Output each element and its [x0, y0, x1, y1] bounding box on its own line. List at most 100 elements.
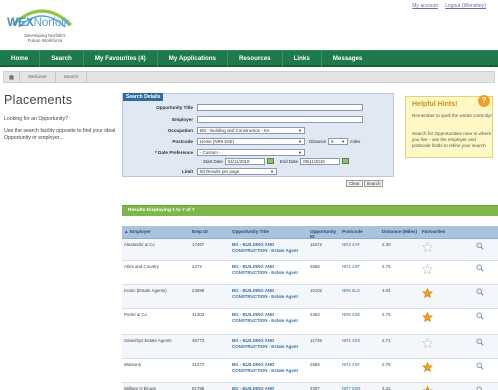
magnifier-icon[interactable]: [476, 362, 484, 370]
magnifier-icon[interactable]: [476, 242, 484, 250]
col-postcode[interactable]: Postcode: [340, 226, 380, 238]
table-row: William H Brown 51798 BG - BUILDING AND CO…: [122, 383, 498, 390]
helpful-hints-panel: Helpful Hints! ? Remember to spell the w…: [405, 95, 493, 158]
col-opportunity-id[interactable]: Opportunity ID: [308, 226, 340, 239]
chevron-down-icon: ▼: [270, 168, 274, 174]
favourite-cell: [420, 383, 462, 390]
nav-home[interactable]: Home: [0, 49, 41, 67]
col-distance[interactable]: Distance (Miles): [380, 226, 420, 238]
nav-links[interactable]: Links: [283, 49, 322, 67]
favourite-star-icon[interactable]: [422, 264, 433, 274]
magnifier-icon[interactable]: [476, 288, 484, 296]
emp-id-cell: 23089: [192, 288, 205, 293]
nav-my-applications[interactable]: My Applications: [158, 49, 228, 67]
calendar-icon[interactable]: [266, 158, 274, 164]
favourite-star-icon[interactable]: [422, 242, 433, 252]
postcode-link[interactable]: NR6 6LS: [340, 285, 380, 308]
employer-cell: Porter & Co: [124, 312, 147, 317]
table-body: Alexander & Co 17467 BG - BUILDING AND CON…: [122, 239, 498, 390]
postcode-link[interactable]: NR2 4SX: [340, 335, 380, 358]
postcode-link[interactable]: NR2 4SF: [340, 359, 380, 382]
distance-cell: 2.31: [382, 386, 391, 390]
table-header: ▲ Employer Emp ID Opportunity Title Oppo…: [122, 226, 498, 239]
occupation-select[interactable]: BG - Building and Construction - Es ▼: [197, 126, 305, 134]
employer-input[interactable]: [197, 115, 363, 123]
table-row: Aties and Country 2272 BG - BUILDING AND C…: [122, 261, 498, 285]
date-preference-select[interactable]: - Custom - ▼: [197, 148, 305, 156]
logout-link[interactable]: Logout (Wonsbey): [445, 3, 486, 9]
col-emp-id[interactable]: Emp ID: [190, 226, 230, 238]
magnifier-icon[interactable]: [476, 386, 484, 390]
hints-text-2: Search for Opportunities near to where y…: [412, 131, 492, 148]
favourite-cell: [420, 239, 462, 260]
breadcrumb-home[interactable]: [4, 71, 20, 83]
distance-select[interactable]: 5 ▼: [328, 137, 349, 145]
table-row: Sowerbys Estate Agents 45773 BG - BUILDING…: [122, 335, 498, 359]
favourite-star-icon[interactable]: [422, 288, 433, 298]
top-links: My account Logout (Wonsbey): [406, 3, 486, 9]
postcode-link[interactable]: NR3 4AF: [340, 239, 380, 260]
col-opportunity-title[interactable]: Opportunity Title: [230, 226, 308, 238]
table-row: Watsons 31372 BG - BUILDING AND CONSTRUCTI…: [122, 359, 498, 383]
opportunity-title-link[interactable]: BG - BUILDING AND CONSTRUCTION - Estate: [230, 383, 308, 390]
home-icon: [8, 74, 15, 80]
calendar-icon[interactable]: [342, 158, 350, 164]
employer-cell: Watsons: [124, 362, 141, 367]
opportunity-title-link[interactable]: BG - BUILDING AND CONSTRUCTION - Estate …: [230, 335, 308, 358]
emp-id-cell: 45773: [192, 338, 205, 343]
opportunity-id-cell: 10102: [310, 288, 323, 293]
nav-resources[interactable]: Resources: [228, 49, 283, 67]
search-button[interactable]: Search: [363, 180, 384, 187]
opportunity-title-input[interactable]: [197, 103, 363, 111]
col-employer[interactable]: ▲ Employer: [122, 226, 190, 238]
nav-search[interactable]: Search: [40, 49, 84, 67]
favourite-star-icon[interactable]: [422, 312, 433, 322]
favourite-star-icon[interactable]: [422, 386, 433, 390]
magnifier-icon[interactable]: [476, 264, 484, 272]
opportunity-title-link[interactable]: BG - BUILDING AND CONSTRUCTION - Estate …: [230, 309, 308, 334]
employer-cell: Alexander & Co: [124, 242, 155, 247]
search-buttons: Clear Search: [346, 180, 384, 187]
intro-question: Looking for an Opportunity?: [4, 116, 69, 122]
clear-button[interactable]: Clear: [346, 180, 363, 187]
postcode-link[interactable]: NR4 4SF: [340, 261, 380, 284]
favourite-star-icon[interactable]: [422, 338, 433, 348]
magnifier-icon[interactable]: [476, 312, 484, 320]
favourite-cell: [420, 261, 462, 284]
view-cell: [462, 383, 498, 390]
breadcrumb-welcome[interactable]: Welcome: [20, 71, 56, 83]
search-details-tab: Search Details: [123, 93, 164, 101]
emp-id-cell: 51798: [192, 386, 205, 390]
postcode-link[interactable]: NR7 5SR: [340, 383, 380, 390]
view-cell: [462, 261, 498, 284]
my-account-link[interactable]: My account: [412, 3, 438, 9]
limit-select[interactable]: 50 Results per page ▼: [197, 167, 277, 175]
distance-cell: 2.75: [382, 312, 391, 317]
col-favourites: Favourites: [422, 229, 446, 234]
start-date-input[interactable]: 04/11/2018: [224, 157, 265, 165]
opportunity-id-cell: 11572: [310, 242, 322, 247]
intro-text: Use the search facility opposite to find…: [4, 128, 116, 141]
end-date-input[interactable]: 09/11/2018: [300, 157, 341, 165]
opportunity-title-link[interactable]: BG - BUILDING AND CONSTRUCTION - Estate …: [230, 239, 308, 260]
postcode-link[interactable]: NR6 4SE: [340, 309, 380, 334]
logo-wordmark: WEXNorfolk: [7, 15, 70, 29]
emp-id-cell: 31303: [192, 312, 205, 317]
magnifier-icon[interactable]: [476, 338, 484, 346]
opportunity-title-link[interactable]: BG - BUILDING AND CONSTRUCTION - Estate …: [230, 285, 308, 308]
view-cell: [462, 335, 498, 358]
opportunity-title-link[interactable]: BG - BUILDING AND CONSTRUCTION - Estate …: [230, 261, 308, 284]
opportunity-title-link[interactable]: BG - BUILDING AND CONSTRUCTION - Estate …: [230, 359, 308, 382]
distance-label: Distance: [309, 138, 327, 144]
opportunity-id-cell: 2656: [310, 264, 320, 269]
opportunity-id-cell: 2452: [310, 312, 320, 317]
view-cell: [462, 359, 498, 382]
nav-messages[interactable]: Messages: [322, 50, 374, 67]
wexnorfolk-logo[interactable]: WEXNorfolk Developing Norfolk's Future W…: [3, 3, 85, 47]
nav-my-favourites[interactable]: My Favourites (4): [84, 49, 158, 67]
favourite-star-icon[interactable]: [422, 362, 433, 372]
start-date-label: Start Date: [203, 158, 223, 164]
distance-cell: 3.04: [382, 288, 391, 293]
table-row: Porter & Co 31303 BG - BUILDING AND CONSTR…: [122, 309, 498, 335]
postcode-select[interactable]: Home (NR6 5SE) ▼: [197, 137, 305, 145]
